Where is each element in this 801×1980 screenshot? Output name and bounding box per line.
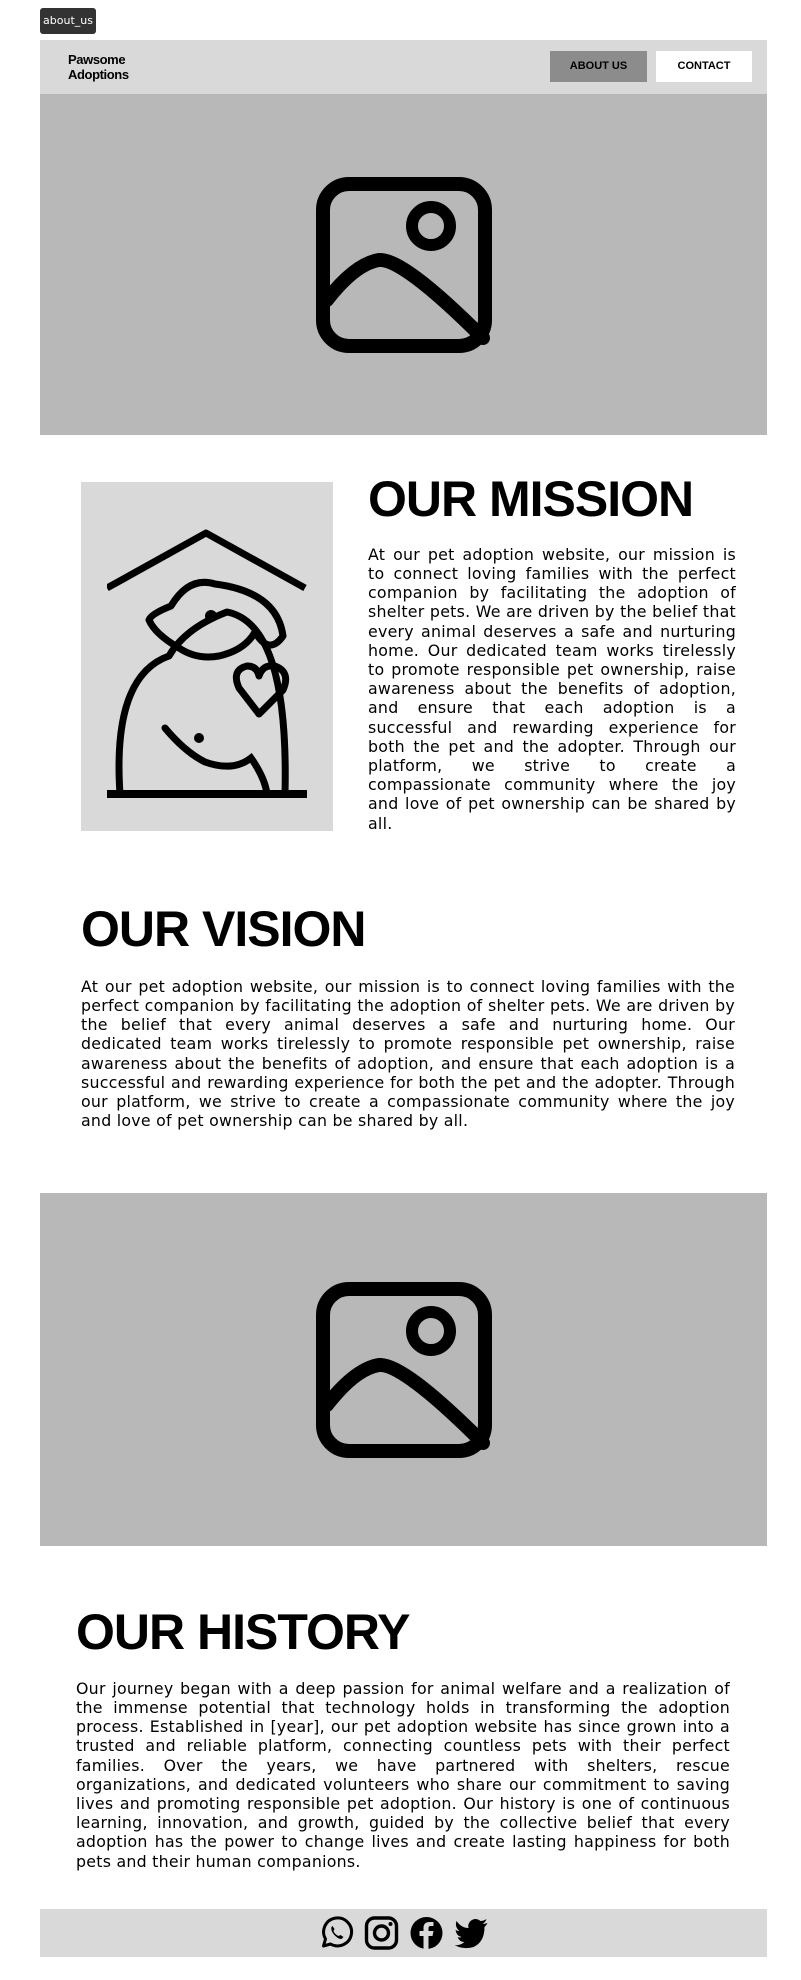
- mission-heading: OUR MISSION: [368, 471, 694, 527]
- mission-paragraph: At our pet adoption website, our mission…: [368, 544, 736, 833]
- footer: [40, 1909, 767, 1957]
- nav-about-us-button[interactable]: ABOUT US: [550, 51, 647, 82]
- nav-contact-button[interactable]: CONTACT: [656, 51, 752, 82]
- secondary-image: [40, 1193, 767, 1546]
- page-tag: about_us: [40, 8, 96, 34]
- social-links: [318, 1915, 489, 1951]
- whatsapp-icon[interactable]: [318, 1915, 354, 1951]
- brand-name-line1: Pawsome: [68, 52, 126, 67]
- history-paragraph: Our journey began with a deep passion fo…: [76, 1678, 730, 1871]
- brand-name-line2: Adoptions: [68, 67, 129, 82]
- image-placeholder-icon: [315, 176, 492, 353]
- navbar: Pawsome Adoptions ABOUT US CONTACT: [40, 40, 767, 94]
- facebook-icon[interactable]: [408, 1915, 444, 1951]
- vision-paragraph: At our pet adoption website, our mission…: [81, 976, 735, 1131]
- twitter-icon[interactable]: [453, 1915, 489, 1951]
- history-heading: OUR HISTORY: [76, 1604, 410, 1660]
- image-placeholder-icon: [315, 1281, 492, 1458]
- mission-illustration: [81, 482, 333, 831]
- vision-heading: OUR VISION: [81, 901, 366, 957]
- dog-house-heart-icon: [107, 529, 307, 798]
- instagram-icon[interactable]: [363, 1915, 399, 1951]
- hero-image: [40, 94, 767, 435]
- brand-logo[interactable]: Pawsome Adoptions: [68, 52, 129, 82]
